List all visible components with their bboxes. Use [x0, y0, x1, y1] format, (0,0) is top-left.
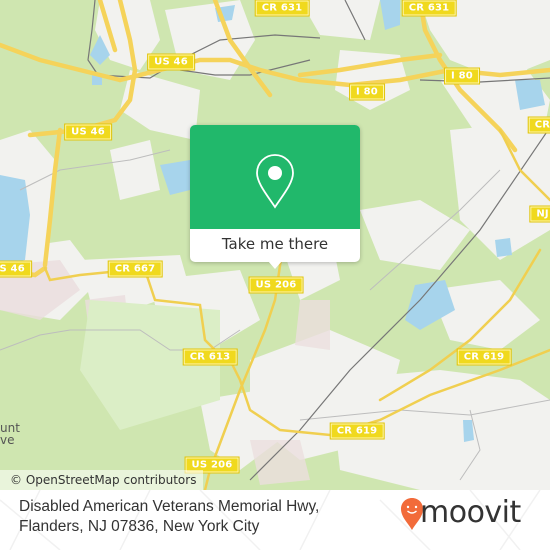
- road-shield-us46: US 46: [0, 260, 32, 278]
- road-shield-i80: I 80: [349, 83, 385, 101]
- road-shield-cr619: CR 619: [456, 348, 512, 366]
- road-shield-cr631: CR 631: [527, 116, 550, 134]
- destination-popup: Take me there: [190, 125, 360, 269]
- road-shield-cr631: CR 631: [401, 0, 457, 17]
- take-me-there-button[interactable]: Take me there: [190, 229, 360, 262]
- road-shield-us46: US 46: [64, 123, 112, 141]
- road-shield-us206: US 206: [248, 276, 304, 294]
- road-shield-cr667: CR 667: [107, 260, 163, 278]
- address: Disabled American Veterans Memorial Hwy,…: [19, 497, 319, 537]
- address-line-1: Disabled American Veterans Memorial Hwy,: [19, 498, 320, 515]
- map-view[interactable]: US 46 CR 631 CR 631 US 46 I 80 I 80 CR 6…: [0, 0, 550, 490]
- popup-pointer: [268, 261, 282, 269]
- road-shield-cr613: CR 613: [182, 348, 238, 366]
- popup-header: [190, 125, 360, 229]
- moovit-logo[interactable]: moovit: [400, 494, 540, 544]
- place-label-mount-olive: unt ve: [0, 422, 20, 446]
- road-shield-nj: NJ 1: [529, 205, 550, 223]
- moovit-wordmark: moovit: [420, 495, 521, 530]
- address-line-2: Flanders, NJ 07836, New York City: [19, 518, 260, 535]
- place-label-line2: ve: [0, 433, 15, 447]
- map-attribution[interactable]: © OpenStreetMap contributors: [0, 470, 204, 490]
- road-shield-cr631: CR 631: [254, 0, 310, 17]
- map-pin-icon: [256, 154, 294, 209]
- road-shield-us46: US 46: [147, 53, 195, 71]
- road-shield-cr619: CR 619: [329, 422, 385, 440]
- road-shield-i80: I 80: [444, 67, 480, 85]
